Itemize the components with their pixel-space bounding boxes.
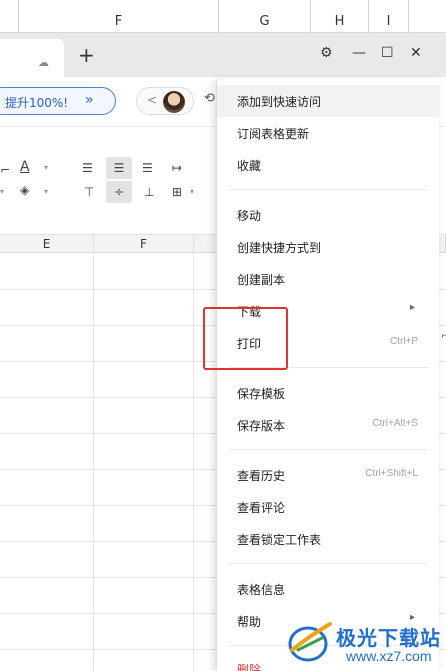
menu-item-shortcut: Ctrl+Alt+S — [372, 418, 418, 429]
menu-item-label: 查看锁定工作表 — [237, 533, 322, 547]
minimize-icon[interactable]: — — [352, 45, 366, 61]
menu-item-view-locked-sheets[interactable]: 查看锁定工作表 — [217, 523, 440, 555]
menu-item-view-history[interactable]: 查看历史 Ctrl+Shift+L — [217, 459, 440, 491]
document-tab[interactable]: ☁ — [0, 39, 64, 77]
menu-item-label: 收藏 — [237, 159, 262, 173]
resize-handle[interactable]: ⌐ — [441, 331, 446, 342]
chevron-down-icon[interactable]: ▾ — [44, 163, 48, 172]
menu-item-save-template[interactable]: 保存模板 — [217, 377, 440, 409]
border-icon[interactable]: ⌐ — [0, 163, 10, 177]
menu-item-add-quick-access[interactable]: 添加到快速访问 — [217, 85, 440, 117]
menu-item-favorite[interactable]: 收藏 — [217, 149, 440, 181]
menu-separator — [229, 189, 428, 190]
promo-badge[interactable]: 提升100%! » — [0, 87, 116, 115]
context-menu: 添加到快速访问 订阅表格更新 收藏 移动 创建快捷方式到 创建副本 下载 ▸ 打… — [216, 79, 440, 671]
font-color-icon[interactable]: A — [20, 159, 30, 175]
align-left-icon[interactable]: ☰ — [82, 161, 93, 175]
close-icon[interactable]: ✕ — [410, 45, 422, 61]
watermark-url: www.xz7.com — [346, 648, 432, 664]
gear-icon[interactable]: ⚙ — [320, 45, 333, 61]
profile-pill[interactable]: < — [136, 87, 194, 115]
menu-item-save-version[interactable]: 保存版本 Ctrl+Alt+S — [217, 409, 440, 441]
menu-item-label: 帮助 — [237, 615, 262, 629]
double-chevron-icon: » — [85, 92, 94, 108]
menu-item-move[interactable]: 移动 — [217, 199, 440, 231]
avatar — [163, 91, 185, 113]
column-header-f[interactable]: F — [94, 235, 194, 253]
background-column-header: F G H I — [0, 0, 446, 33]
menu-item-label: 订阅表格更新 — [237, 127, 310, 141]
menu-item-label: 添加到快速访问 — [237, 95, 322, 109]
annotation-highlight-box — [203, 307, 288, 370]
bg-column-header: H — [310, 0, 368, 33]
menu-item-label: 创建副本 — [237, 273, 286, 287]
menu-item-create-shortcut[interactable]: 创建快捷方式到 — [217, 231, 440, 263]
sync-icon[interactable]: ⟲ — [204, 91, 215, 106]
tab-strip: ☁ + ⚙ — ☐ ✕ — [0, 33, 446, 77]
watermark-title: 极光下载站 — [336, 626, 441, 650]
maximize-icon[interactable]: ☐ — [381, 45, 394, 61]
align-center-icon[interactable]: ☰ — [106, 157, 132, 179]
bg-column-header: G — [218, 0, 310, 33]
new-tab-button[interactable]: + — [78, 43, 95, 67]
promo-text: 提升100%! — [5, 96, 69, 110]
align-right-icon[interactable]: ☰ — [142, 161, 153, 175]
menu-item-label: 移动 — [237, 209, 262, 223]
menu-item-label: 查看历史 — [237, 469, 286, 483]
menu-item-label: 保存模板 — [237, 387, 286, 401]
menu-item-subscribe-updates[interactable]: 订阅表格更新 — [217, 117, 440, 149]
bg-column-header — [408, 0, 446, 33]
watermark: 极光下载站 www.xz7.com — [286, 618, 446, 671]
menu-item-label: 删除 — [237, 663, 262, 671]
menu-item-label: 表格信息 — [237, 583, 286, 597]
menu-item-create-copy[interactable]: 创建副本 — [217, 263, 440, 295]
grid-line — [193, 235, 194, 671]
cloud-icon: ☁ — [38, 56, 49, 69]
menu-item-label: 保存版本 — [237, 419, 286, 433]
menu-item-view-comments[interactable]: 查看评论 — [217, 491, 440, 523]
bg-column-header: I — [368, 0, 408, 33]
column-header-e[interactable]: E — [0, 235, 94, 253]
bg-column-header: F — [18, 0, 218, 33]
menu-item-label: 查看评论 — [237, 501, 286, 515]
fill-color-icon[interactable]: ◈ — [20, 183, 29, 197]
submenu-arrow-icon: ▸ — [409, 302, 415, 313]
align-middle-icon[interactable]: ÷ — [106, 181, 132, 203]
align-top-icon[interactable]: ⊤ — [84, 185, 94, 199]
merge-cells-icon[interactable]: ⊞ — [172, 185, 182, 199]
menu-separator — [229, 449, 428, 450]
watermark-logo — [288, 622, 332, 662]
chevron-down-icon[interactable]: ▾ — [0, 187, 4, 196]
align-bottom-icon[interactable]: ⊥ — [144, 185, 154, 199]
menu-item-shortcut: Ctrl+P — [389, 336, 418, 347]
menu-item-shortcut: Ctrl+Shift+L — [365, 468, 418, 479]
grid-line — [93, 235, 94, 671]
menu-item-sheet-info[interactable]: 表格信息 — [217, 573, 440, 605]
menu-separator — [229, 563, 428, 564]
chevron-down-icon[interactable]: ▾ — [44, 187, 48, 196]
indent-icon[interactable]: ↦ — [172, 161, 182, 175]
chevron-down-icon[interactable]: ▾ — [190, 187, 194, 196]
chevron-left-icon: < — [147, 93, 158, 107]
menu-item-label: 创建快捷方式到 — [237, 241, 322, 255]
